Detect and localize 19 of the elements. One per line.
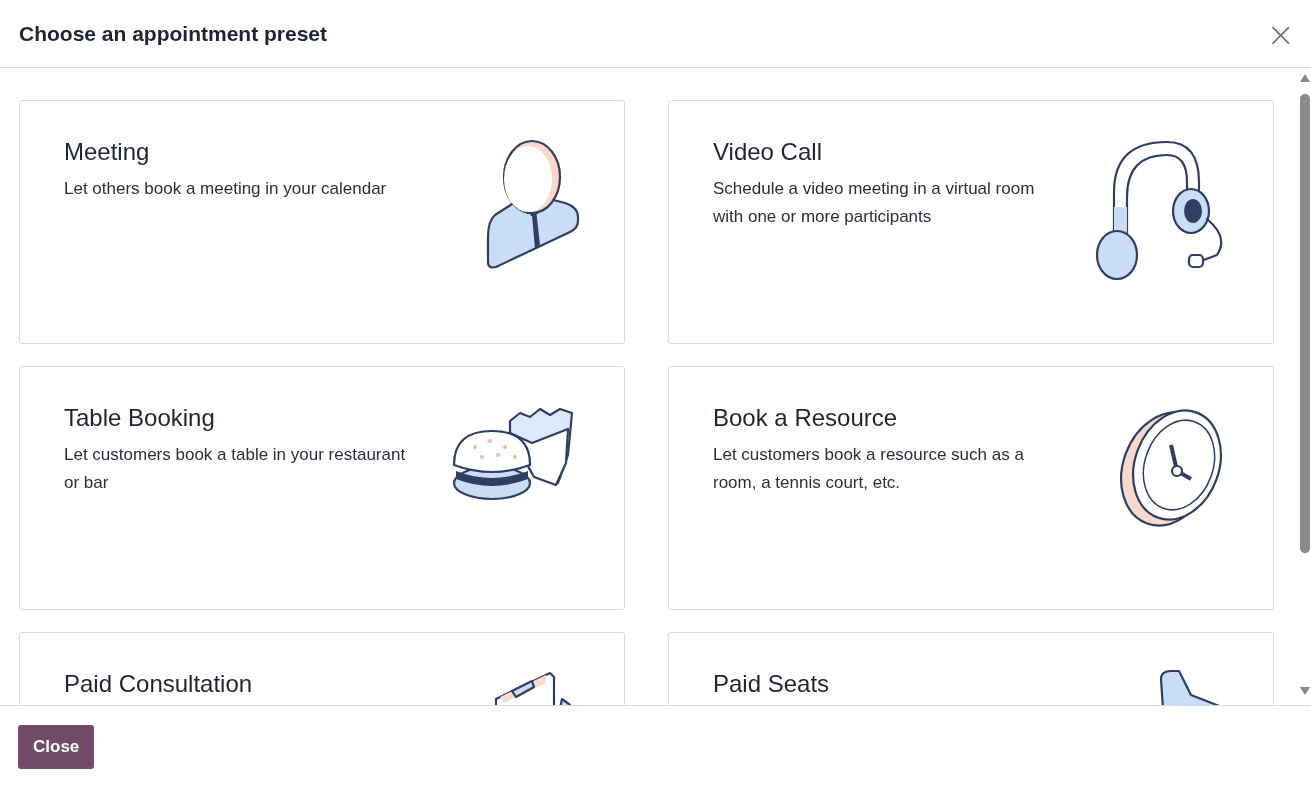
preset-card[interactable]: Video Call Schedule a video meeting in a virtual room with one or more participants (668, 100, 1274, 344)
preset-title: Meeting (64, 137, 151, 167)
preset-card[interactable]: Book a Resource Let customers book a resource such as a room, a tennis court, etc. (668, 366, 1274, 610)
preset-title: Paid Consultation (64, 669, 253, 699)
close-button[interactable]: Close (18, 724, 95, 769)
preset-description: Let customers book a resource such as a room, a tennis court, etc. (713, 444, 1025, 494)
preset-description: Let others book a meeting in your calendar (64, 178, 387, 200)
preset-card[interactable]: Paid Seats (668, 632, 1274, 705)
preset-title: Table Booking (64, 403, 216, 433)
preset-card[interactable]: Paid Consultation (19, 632, 625, 705)
preset-card[interactable]: Meeting Let others book a meeting in your calendar (19, 100, 625, 344)
preset-title: Paid Seats (713, 669, 830, 699)
preset-card[interactable]: Table Booking Let customers book a table in your restaurant or bar (19, 366, 625, 610)
dialog-title: Choose an appointment preset (19, 21, 328, 46)
preset-title: Video Call (713, 137, 823, 167)
scrollbar-drawing[interactable] (1299, 74, 1311, 697)
preset-title: Book a Resource (713, 403, 899, 433)
preset-description: Schedule a video meeting in a virtual room with one or more participants (713, 178, 1036, 228)
preset-description: Let customers book a table in your restaurant or bar (64, 444, 407, 494)
